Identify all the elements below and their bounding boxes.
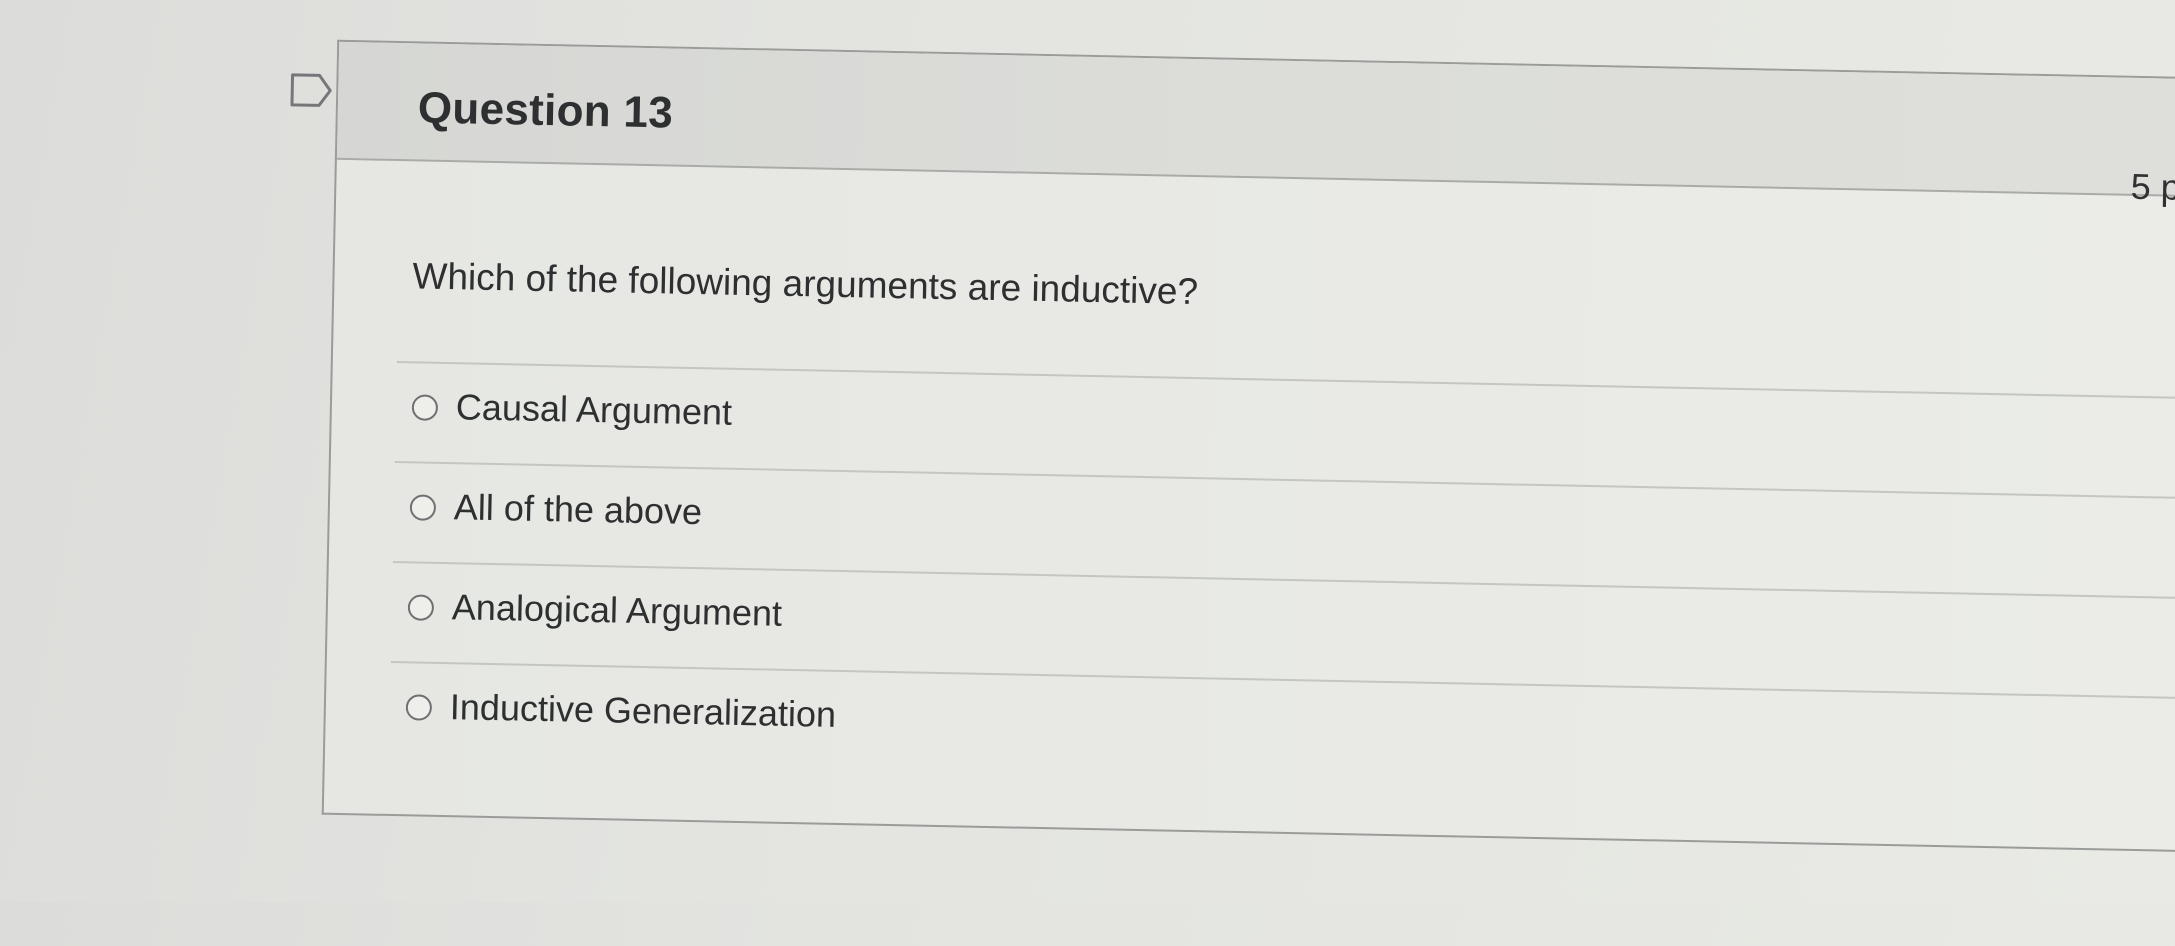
answer-label[interactable]: Causal Argument [455, 386, 733, 434]
answer-label[interactable]: Inductive Generalization [449, 686, 836, 736]
answer-list: Causal Argument All of the above Analogi… [388, 361, 2175, 797]
radio-button[interactable] [409, 494, 437, 521]
question-title: Question 13 [417, 83, 674, 138]
question-points: 5 p [2130, 165, 2175, 208]
question-header: Question 13 5 p [336, 41, 2175, 208]
quiz-page: Question 13 5 p Which of the following a… [0, 0, 2175, 945]
answer-label[interactable]: All of the above [453, 486, 703, 533]
flag-icon[interactable] [289, 72, 334, 109]
question-card: Question 13 5 p Which of the following a… [321, 39, 2175, 852]
radio-button[interactable] [411, 394, 439, 421]
question-text: Which of the following arguments are ind… [412, 255, 1199, 313]
radio-button[interactable] [405, 694, 433, 721]
answer-label[interactable]: Analogical Argument [451, 586, 783, 635]
radio-button[interactable] [407, 594, 435, 621]
